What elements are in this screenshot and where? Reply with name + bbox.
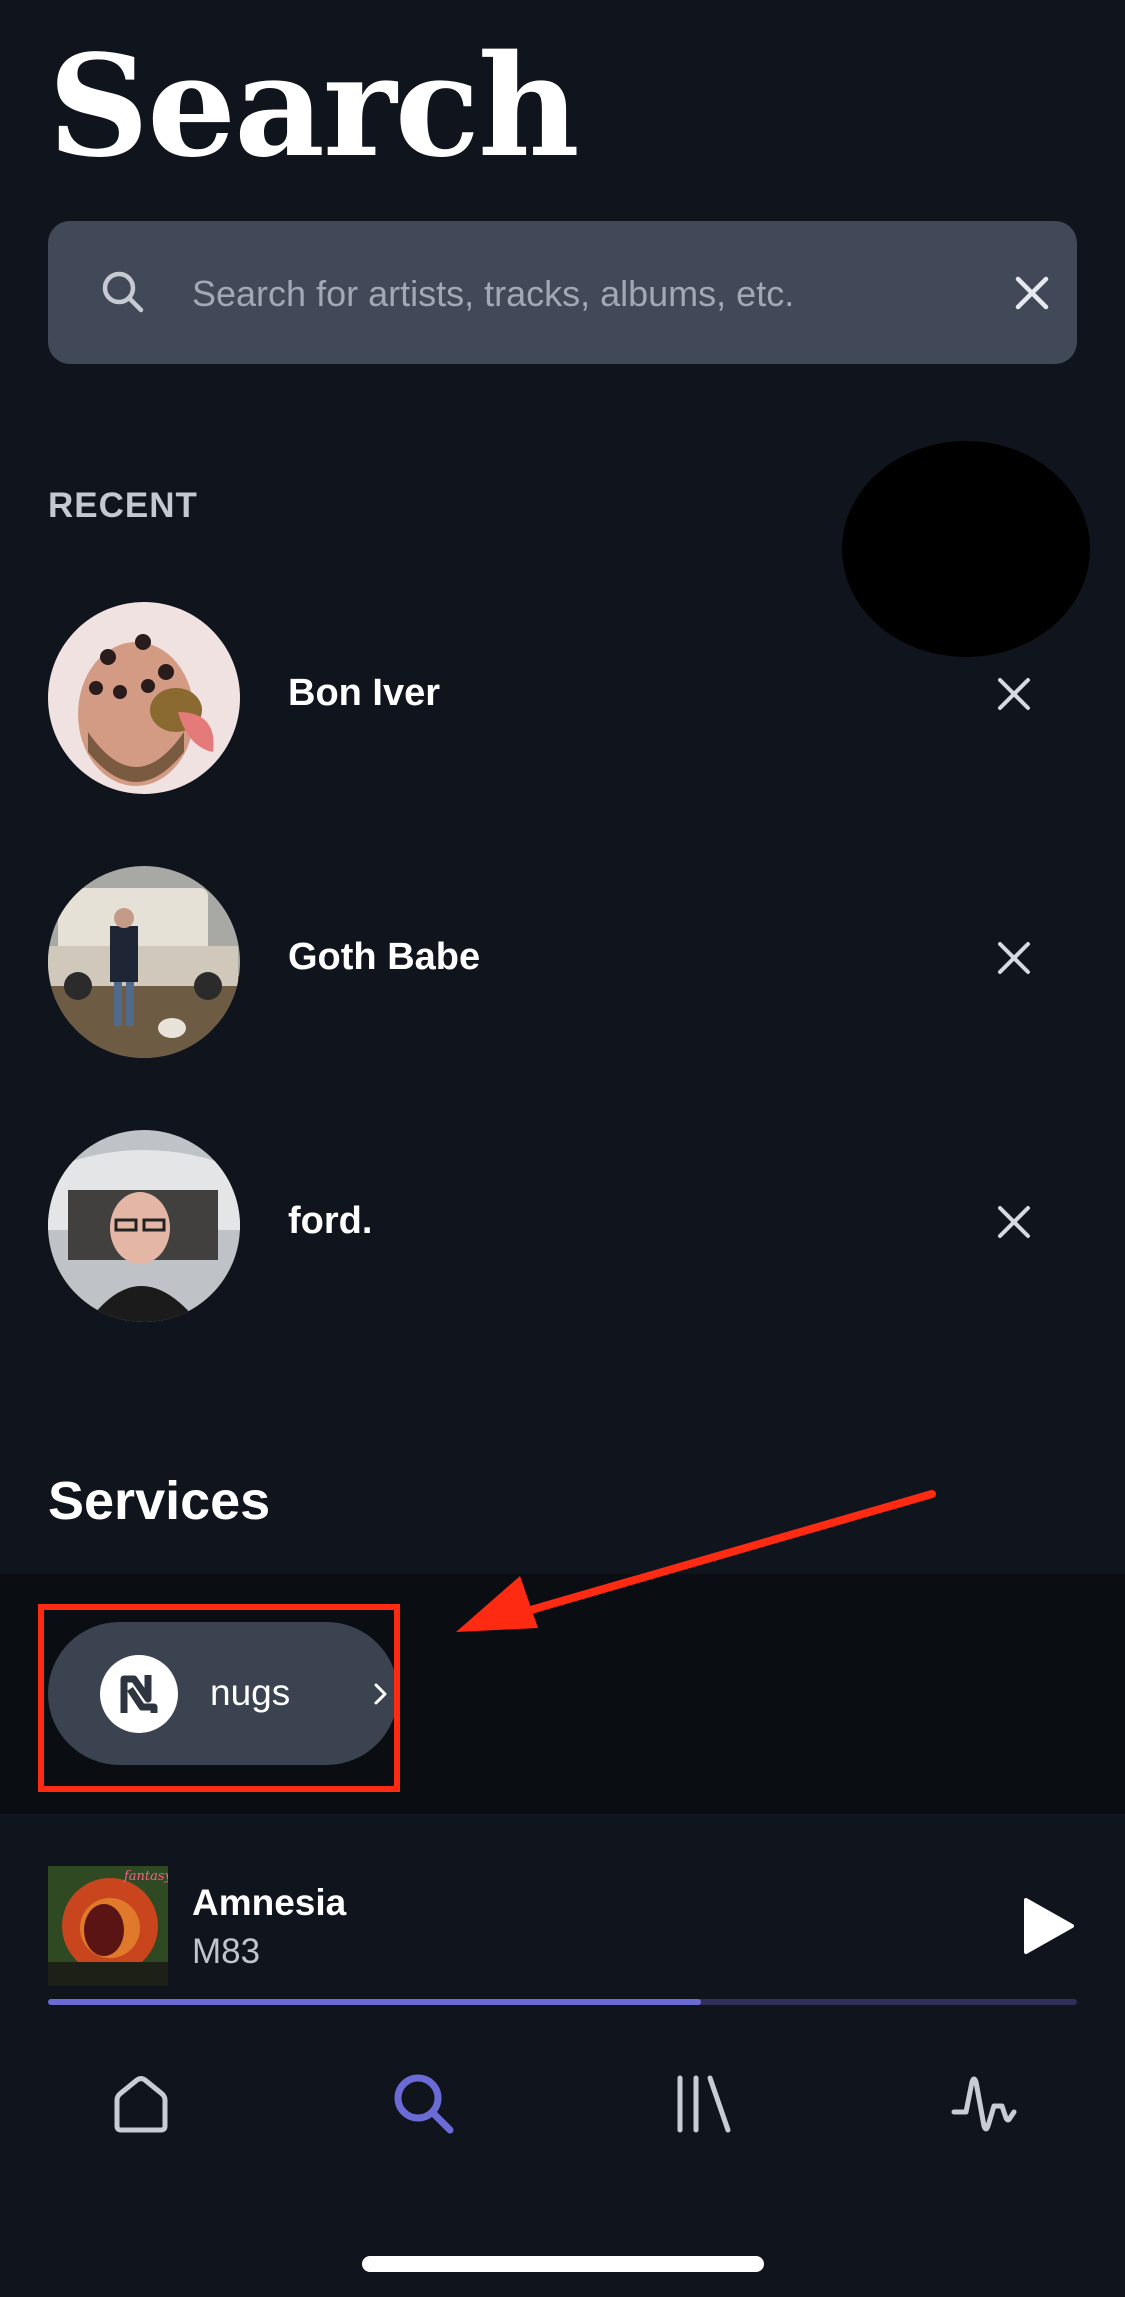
- recent-item-ford[interactable]: ford.: [0, 1130, 1125, 1322]
- annotation-arrow-icon: [456, 1490, 936, 1632]
- nav-home-icon[interactable]: [105, 2068, 177, 2140]
- album-art-text: fantasy: [123, 1869, 168, 1884]
- remove-recent-icon[interactable]: [994, 938, 1034, 978]
- artist-avatar: [48, 1130, 240, 1322]
- remove-recent-icon[interactable]: [994, 674, 1034, 714]
- now-playing-artist[interactable]: M83: [192, 1932, 260, 1972]
- recent-item-bon-iver[interactable]: Bon Iver: [0, 602, 1125, 794]
- services-heading: Services: [48, 1471, 271, 1531]
- playback-progress-fill: [48, 1999, 702, 2005]
- recent-item-goth-babe[interactable]: Goth Babe: [0, 866, 1125, 1058]
- artist-avatar: [48, 866, 240, 1058]
- artist-avatar: [48, 602, 240, 794]
- recent-heading: RECENT: [48, 486, 198, 525]
- playback-progress-bar[interactable]: [48, 1999, 1077, 2005]
- now-playing-album-art[interactable]: fantasy: [48, 1866, 168, 1986]
- search-bar[interactable]: [48, 221, 1077, 366]
- search-icon: [102, 271, 144, 313]
- nav-search-icon[interactable]: [388, 2068, 460, 2140]
- artist-name: Goth Babe: [288, 936, 481, 978]
- annotation-highlight-box: [38, 1604, 400, 1792]
- artist-name: ford.: [288, 1200, 373, 1242]
- home-indicator[interactable]: [362, 2256, 764, 2272]
- nav-waveform-icon[interactable]: [948, 2068, 1020, 2140]
- search-input[interactable]: [190, 221, 974, 366]
- clear-search-icon[interactable]: [1010, 271, 1054, 315]
- nav-library-icon[interactable]: [666, 2068, 738, 2140]
- remove-recent-icon[interactable]: [994, 1202, 1034, 1242]
- page-title: Search: [48, 25, 580, 189]
- artist-name: Bon Iver: [288, 672, 441, 714]
- now-playing-title[interactable]: Amnesia: [192, 1882, 346, 1924]
- play-icon[interactable]: [1020, 1896, 1076, 1956]
